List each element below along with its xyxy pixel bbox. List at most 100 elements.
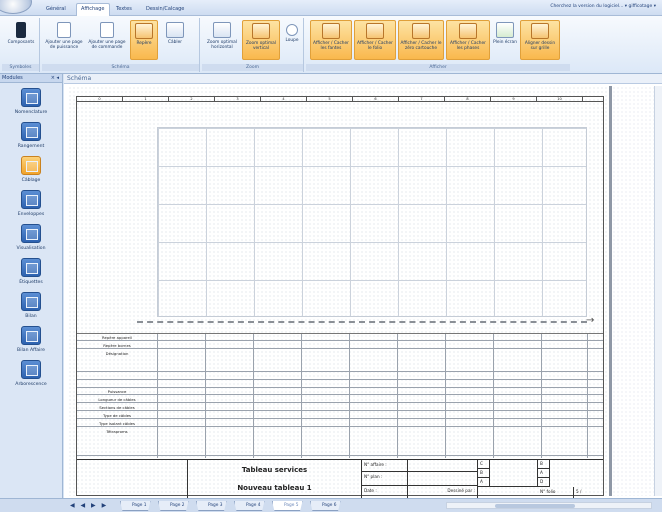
column-divider <box>587 334 588 458</box>
index-cell: A <box>478 478 490 487</box>
list-icon <box>21 88 41 107</box>
index-cell: B <box>478 469 490 478</box>
module-bilan[interactable]: Bilan <box>0 290 62 324</box>
scrollbar-thumb[interactable] <box>495 504 575 508</box>
tab-textes[interactable]: Textes <box>112 4 136 16</box>
group-label: Symboles <box>2 64 39 71</box>
show-hide-icon <box>412 23 430 39</box>
module-cablage[interactable]: Câblage <box>0 154 62 188</box>
plan-label: N° plan : <box>362 472 408 486</box>
schematic-sheet[interactable]: 0 1 2 3 4 5 6 7 8 9 10 → Repère appareil <box>76 96 604 499</box>
property-row: Tétraproms <box>77 428 603 456</box>
affaire-value[interactable] <box>408 460 478 472</box>
ruler-mark: 10 <box>537 97 583 102</box>
app-window: Général Affichage Textes Dessin/Calcage … <box>0 0 662 512</box>
tab-general[interactable]: Général <box>42 4 70 16</box>
properties-table: Repère appareil Repère bornes Désignatio… <box>77 333 603 458</box>
grid-icon <box>531 23 549 39</box>
power-line[interactable] <box>137 321 587 323</box>
add-power-page-button[interactable]: Ajouter une page de puissance <box>44 20 84 60</box>
ruler-mark: 1 <box>123 97 169 102</box>
title-block-subtitle: Nouveau tableau 1 <box>237 484 312 492</box>
tab-dessin-calcage[interactable]: Dessin/Calcage <box>142 4 188 16</box>
module-nomenclature[interactable]: Nomenclature <box>0 86 62 120</box>
tree-icon <box>21 122 41 141</box>
group-label: Afficher <box>306 64 570 71</box>
group-afficher: Afficher / Cacher les fantes Afficher / … <box>306 18 570 72</box>
property-row: Puissance <box>77 388 603 395</box>
revision-cell <box>490 460 538 487</box>
application-orb-button[interactable] <box>0 0 32 14</box>
column-divider <box>253 334 254 458</box>
labels-icon <box>21 258 41 277</box>
wire-icon <box>166 22 184 38</box>
add-command-page-button[interactable]: Ajouter une page de commande <box>86 20 128 60</box>
cabler-button[interactable]: Câbler <box>160 20 190 60</box>
page-tab-5[interactable]: Page 5 <box>272 501 303 511</box>
close-icon[interactable]: × ◂ <box>51 74 59 83</box>
zoom-vertical-button[interactable]: Zoom optimal vertical <box>242 20 280 60</box>
index-cell: A <box>538 469 550 478</box>
schematic-grid[interactable] <box>157 127 587 317</box>
ruler-mark: 2 <box>169 97 215 102</box>
modules-panel-header: Modules × ◂ <box>0 74 62 83</box>
page-navigation-buttons[interactable]: ◀ ◀ ▶ ▶ <box>70 502 108 509</box>
document-tab-title[interactable]: Schéma <box>64 74 662 84</box>
toggle-cartouche-button[interactable]: Afficher / Cacher le zéro cartouche <box>398 20 444 60</box>
column-divider <box>349 334 350 458</box>
zoom-horizontal-button[interactable]: Zoom optimal horizontal <box>204 20 240 60</box>
repere-button[interactable]: Repère <box>130 20 158 60</box>
module-enveloppes[interactable]: Enveloppes <box>0 188 62 222</box>
eye-icon <box>21 224 41 243</box>
module-visualisation[interactable]: Visualisation <box>0 222 62 256</box>
index-cell: B <box>538 460 550 469</box>
gears-icon <box>21 190 41 209</box>
show-hide-icon <box>322 23 340 39</box>
module-bilan-affaire[interactable]: Bilan Affaire <box>0 324 62 358</box>
page-tab-3[interactable]: Page 3 <box>196 501 227 511</box>
property-row: Type de câbles <box>77 412 603 419</box>
vertical-scrollbar[interactable] <box>654 86 662 496</box>
loupe-button[interactable]: Loupe <box>282 20 302 60</box>
page-tab-4[interactable]: Page 4 <box>234 501 265 511</box>
title-block-main: Tableau services Nouveau tableau 1 <box>187 460 362 498</box>
align-grid-button[interactable]: Aligner dessin sur grille <box>520 20 560 60</box>
page-icon <box>100 22 114 38</box>
column-divider <box>493 334 494 458</box>
hierarchy-icon <box>21 360 41 379</box>
toggle-phases-button[interactable]: Afficher / Cacher les phases <box>446 20 490 60</box>
property-row <box>77 380 603 388</box>
column-divider <box>541 334 542 458</box>
page-tab-2[interactable]: Page 2 <box>158 501 189 511</box>
zoom-vertical-icon <box>252 23 270 39</box>
horizontal-scrollbar[interactable] <box>446 502 652 509</box>
module-etiquettes[interactable]: Étiquettes <box>0 256 62 290</box>
toggle-fantes-button[interactable]: Afficher / Cacher les fantes <box>310 20 352 60</box>
date-label: Date : <box>362 486 408 498</box>
ruler-mark: 9 <box>491 97 537 102</box>
ruler-mark: 5 <box>307 97 353 102</box>
composants-button[interactable]: Composants <box>4 20 38 60</box>
ruler-mark: 6 <box>353 97 399 102</box>
page-tab-1[interactable]: Page 1 <box>120 501 151 511</box>
column-divider <box>157 334 158 458</box>
ruler-mark: 8 <box>445 97 491 102</box>
show-hide-icon <box>459 23 477 39</box>
property-row: Longueur de câbles <box>77 396 603 403</box>
tab-affichage[interactable]: Affichage <box>76 3 110 16</box>
help-search[interactable]: Cherchez la version du logiciel... ▾ gif… <box>550 4 656 9</box>
fullscreen-button[interactable]: Plein écran <box>492 20 518 60</box>
column-divider <box>205 334 206 458</box>
module-rangement[interactable]: Rangement <box>0 120 62 154</box>
index-cell: C <box>478 460 490 469</box>
drawing-canvas[interactable]: 0 1 2 3 4 5 6 7 8 9 10 → Repère appareil <box>68 86 608 499</box>
module-arborescence[interactable]: Arborescence <box>0 358 62 392</box>
page-tabs-bar: ◀ ◀ ▶ ▶ Page 1 Page 2 Page 3 Page 4 Page… <box>0 498 662 512</box>
modules-panel: Modules × ◂ Nomenclature Rangement Câbla… <box>0 74 63 512</box>
plan-value[interactable] <box>408 472 478 486</box>
toggle-folio-button[interactable]: Afficher / Cacher le folio <box>354 20 396 60</box>
ruler-mark: 0 <box>77 97 123 102</box>
component-icon <box>16 22 26 38</box>
group-label: Zoom <box>202 64 303 71</box>
page-tab-6[interactable]: Page 6 <box>310 501 341 511</box>
